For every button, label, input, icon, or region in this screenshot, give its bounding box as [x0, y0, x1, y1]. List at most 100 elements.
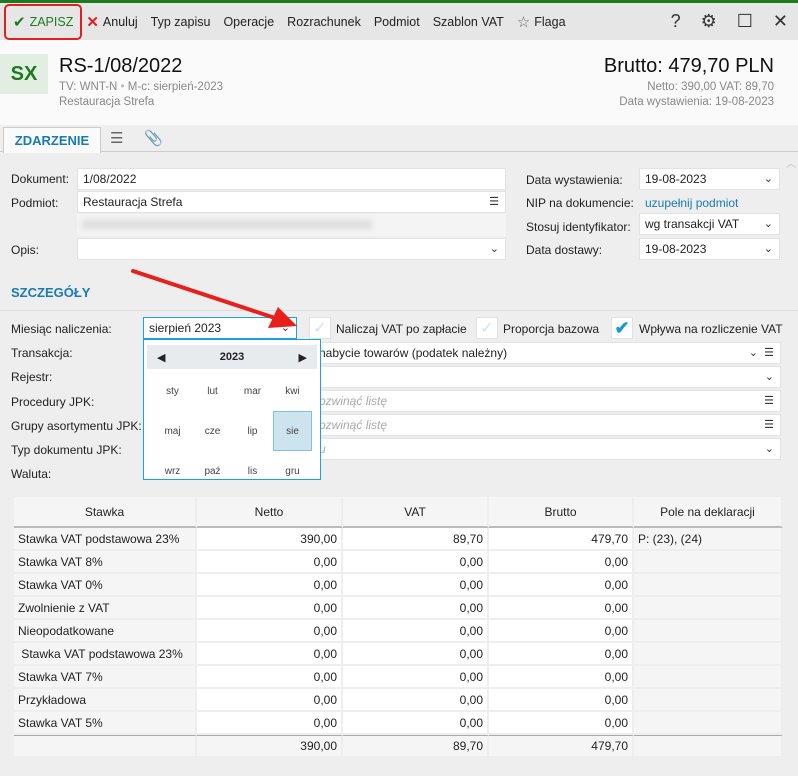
uzupelnij-podmiot-link[interactable]: uzupełnij podmiot: [645, 196, 738, 210]
table-row[interactable]: Zwolnienie z VAT 0,00 0,00 0,00: [14, 597, 783, 620]
month-option[interactable]: mar: [233, 371, 272, 411]
month-option[interactable]: lut: [193, 371, 232, 411]
month-option[interactable]: maj: [153, 411, 192, 451]
stawka-cell[interactable]: Stawka VAT 0%: [14, 574, 197, 597]
table-row[interactable]: Stawka VAT podstawowa 23% 390,00 89,70 479,…: [14, 528, 783, 551]
brutto-cell[interactable]: 0,00: [489, 666, 634, 689]
miesiac-picker[interactable]: sierpień 2023: [143, 317, 297, 339]
stawka-cell[interactable]: Stawka VAT 8%: [14, 551, 197, 574]
next-year-icon[interactable]: ▶: [299, 351, 307, 364]
pole-cell[interactable]: [634, 666, 783, 689]
opis-select[interactable]: [77, 238, 506, 260]
flag-button[interactable]: ☆ Flaga: [517, 13, 566, 31]
table-row[interactable]: Stawka VAT 8% 0,00 0,00 0,00: [14, 551, 783, 574]
table-row[interactable]: Stawka VAT podstawowa 23% 0,00 0,00 0,00: [14, 643, 783, 666]
netto-cell[interactable]: 0,00: [197, 597, 343, 620]
stawka-cell[interactable]: Przykładowa: [14, 689, 197, 712]
list-icon[interactable]: ☰: [764, 394, 774, 407]
stawka-cell[interactable]: Stawka VAT podstawowa 23%: [14, 643, 197, 666]
naliczaj-vat-checkbox[interactable]: ✓: [309, 317, 331, 339]
history-icon[interactable]: ☰: [110, 129, 123, 147]
table-row[interactable]: Nieopodatkowane 0,00 0,00 0,00: [14, 620, 783, 643]
month-option[interactable]: sty: [153, 371, 192, 411]
month-option[interactable]: gru: [273, 451, 312, 491]
month-option[interactable]: lip: [233, 411, 272, 451]
proporcja-checkbox[interactable]: ✓: [476, 317, 498, 339]
brutto-cell[interactable]: 0,00: [489, 574, 634, 597]
prev-year-icon[interactable]: ◀: [157, 351, 165, 364]
attachment-icon[interactable]: 📎: [144, 129, 163, 147]
wplywa-checkbox[interactable]: ✔: [611, 317, 633, 339]
table-row[interactable]: Przykładowa 0,00 0,00 0,00: [14, 689, 783, 712]
vat-cell[interactable]: 0,00: [343, 666, 489, 689]
pole-cell[interactable]: [634, 689, 783, 712]
help-icon[interactable]: ?: [671, 11, 681, 32]
brutto-cell[interactable]: 0,00: [489, 712, 634, 735]
pole-cell[interactable]: [634, 643, 783, 666]
close-window-icon[interactable]: ✕: [773, 11, 788, 32]
vat-cell[interactable]: 0,00: [343, 574, 489, 597]
rejestr-select[interactable]: [300, 366, 781, 388]
vat-cell[interactable]: 89,70: [343, 528, 489, 551]
operacje-button[interactable]: Operacje: [223, 15, 274, 29]
brutto-cell[interactable]: 0,00: [489, 689, 634, 712]
column-header[interactable]: Pole na deklaracji: [634, 497, 783, 528]
column-header[interactable]: Netto: [197, 497, 343, 528]
month-option[interactable]: sie: [273, 411, 312, 451]
stawka-cell[interactable]: Stawka VAT podstawowa 23%: [14, 528, 197, 551]
netto-cell[interactable]: 0,00: [197, 574, 343, 597]
rozrachunek-button[interactable]: Rozrachunek: [287, 15, 361, 29]
table-row[interactable]: Stawka VAT 7% 0,00 0,00 0,00: [14, 666, 783, 689]
pole-cell[interactable]: [634, 551, 783, 574]
vat-cell[interactable]: 0,00: [343, 643, 489, 666]
vat-cell[interactable]: 0,00: [343, 620, 489, 643]
netto-cell[interactable]: 0,00: [197, 666, 343, 689]
typ-zapisu-button[interactable]: Typ zapisu: [151, 15, 211, 29]
brutto-cell[interactable]: 479,70: [489, 735, 634, 758]
netto-cell[interactable]: 0,00: [197, 620, 343, 643]
collapse-icon[interactable]: ︿: [786, 155, 796, 170]
cancel-button[interactable]: ✕ Anuluj: [86, 13, 137, 31]
brutto-cell[interactable]: 0,00: [489, 643, 634, 666]
brutto-cell[interactable]: 479,70: [489, 528, 634, 551]
save-button[interactable]: ✔ ZAPISZ: [4, 3, 83, 40]
data-dostawy-picker[interactable]: 19-08-2023: [639, 238, 780, 260]
total-row[interactable]: 390,00 89,70 479,70: [14, 735, 783, 758]
grupy-input[interactable]: ozwinąć listę ☰: [300, 414, 781, 436]
pole-cell[interactable]: [634, 597, 783, 620]
maximize-icon[interactable]: ☐: [737, 11, 753, 32]
stawka-cell[interactable]: [14, 735, 197, 758]
stawka-cell[interactable]: Stawka VAT 5%: [14, 712, 197, 735]
list-icon[interactable]: ☰: [489, 195, 499, 208]
gear-icon[interactable]: ⚙: [701, 11, 717, 32]
stawka-cell[interactable]: Nieopodatkowane: [14, 620, 197, 643]
vat-cell[interactable]: 0,00: [343, 551, 489, 574]
stawka-cell[interactable]: Stawka VAT 7%: [14, 666, 197, 689]
pole-cell[interactable]: P: (23), (24): [634, 528, 783, 551]
netto-cell[interactable]: 0,00: [197, 551, 343, 574]
month-option[interactable]: lis: [233, 451, 272, 491]
vat-cell[interactable]: 0,00: [343, 712, 489, 735]
column-header[interactable]: VAT: [343, 497, 489, 528]
vat-cell[interactable]: 0,00: [343, 689, 489, 712]
list-icon[interactable]: ☰: [764, 418, 774, 431]
netto-cell[interactable]: 390,00: [197, 528, 343, 551]
list-icon[interactable]: ⌄ ☰: [749, 346, 774, 359]
tab-zdarzenie[interactable]: ZDARZENIE: [3, 127, 101, 153]
column-header[interactable]: Stawka: [14, 497, 197, 528]
month-option[interactable]: kwi: [273, 371, 312, 411]
pole-cell[interactable]: [634, 735, 783, 758]
netto-cell[interactable]: 0,00: [197, 689, 343, 712]
vat-cell[interactable]: 89,70: [343, 735, 489, 758]
stawka-cell[interactable]: Zwolnienie z VAT: [14, 597, 197, 620]
table-row[interactable]: Stawka VAT 0% 0,00 0,00 0,00: [14, 574, 783, 597]
month-option[interactable]: wrz: [153, 451, 192, 491]
procedury-input[interactable]: ozwinąć listę ☰: [300, 390, 781, 412]
table-row[interactable]: Stawka VAT 5% 0,00 0,00 0,00: [14, 712, 783, 735]
transakcja-select[interactable]: nabycie towarów (podatek należny) ⌄ ☰: [300, 342, 781, 364]
pole-cell[interactable]: [634, 574, 783, 597]
vat-cell[interactable]: 0,00: [343, 597, 489, 620]
pole-cell[interactable]: [634, 620, 783, 643]
identyfikator-select[interactable]: wg transakcji VAT: [639, 213, 780, 235]
data-wystawienia-picker[interactable]: 19-08-2023: [639, 168, 780, 190]
